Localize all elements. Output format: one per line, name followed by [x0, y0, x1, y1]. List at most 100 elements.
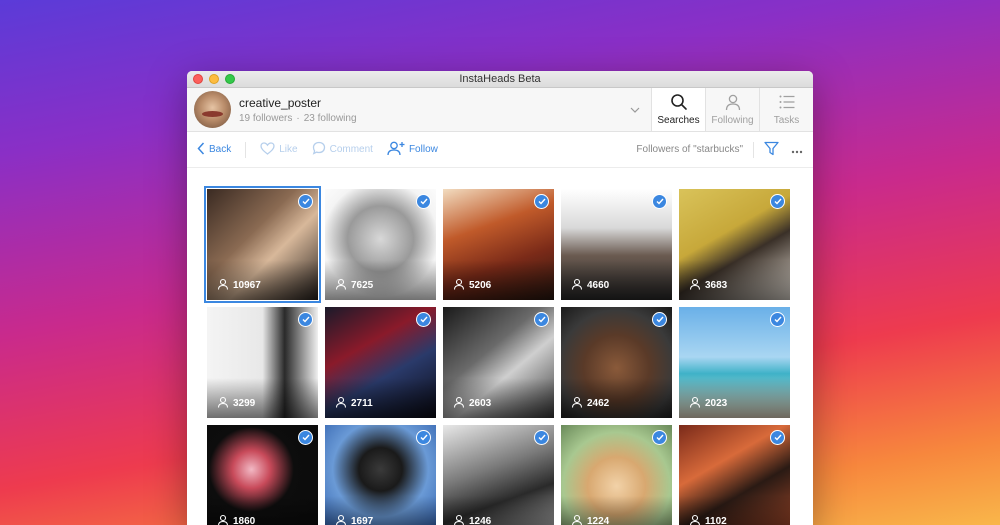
user-icon: [335, 278, 347, 293]
search-context-label: Followers of "starbucks": [636, 144, 743, 155]
account-info: creative_poster 19 followers · 23 follow…: [239, 96, 357, 124]
follower-tile[interactable]: 1102: [679, 425, 790, 525]
toolbar-divider: [245, 141, 247, 158]
follower-tile[interactable]: 2711: [325, 307, 436, 418]
follower-tile[interactable]: 7625: [325, 189, 436, 300]
checkmark-icon[interactable]: [298, 430, 313, 445]
back-button[interactable]: Back: [197, 141, 231, 158]
checkmark-icon[interactable]: [416, 312, 431, 327]
checkmark-icon[interactable]: [770, 194, 785, 209]
title-bar: InstaHeads Beta: [187, 71, 813, 88]
user-icon: [217, 278, 229, 293]
follower-count-value: 3683: [705, 280, 728, 291]
follower-tile[interactable]: 1224: [561, 425, 672, 525]
like-button[interactable]: Like: [260, 141, 298, 158]
tab-searches[interactable]: Searches: [651, 88, 705, 131]
follower-count: 2023: [689, 396, 727, 411]
follower-count-value: 2603: [469, 398, 492, 409]
follow-button[interactable]: Follow: [387, 141, 438, 159]
follower-tile[interactable]: 2462: [561, 307, 672, 418]
checkmark-icon[interactable]: [298, 194, 313, 209]
follower-count: 1224: [571, 514, 609, 525]
checkmark-icon[interactable]: [416, 194, 431, 209]
tab-tasks[interactable]: Tasks: [759, 88, 813, 131]
checkmark-icon[interactable]: [416, 430, 431, 445]
following-count: 23 following: [303, 112, 357, 124]
user-icon: [453, 514, 465, 525]
follower-count: 2711: [335, 396, 373, 411]
tab-following[interactable]: Following: [705, 88, 759, 131]
follower-tile[interactable]: 5206: [443, 189, 554, 300]
close-window-button[interactable]: [193, 74, 203, 84]
follower-tile[interactable]: 10967: [204, 186, 321, 303]
checkmark-icon[interactable]: [652, 430, 667, 445]
chevron-down-icon[interactable]: [623, 88, 647, 131]
follower-count: 7625: [335, 278, 373, 293]
follow-label: Follow: [408, 144, 438, 155]
checkmark-icon[interactable]: [652, 312, 667, 327]
follower-tile[interactable]: 3299: [207, 307, 318, 418]
follower-tile[interactable]: 4660: [561, 189, 672, 300]
account-switcher[interactable]: creative_poster 19 followers · 23 follow…: [187, 88, 623, 131]
follower-count: 1246: [453, 514, 491, 525]
like-label: Like: [279, 144, 298, 155]
minimize-window-button[interactable]: [209, 74, 219, 84]
user-icon: [453, 396, 465, 411]
follower-count-value: 1102: [705, 516, 727, 525]
tab-following-label: Following: [711, 115, 754, 126]
user-icon: [571, 278, 583, 293]
checkmark-icon[interactable]: [298, 312, 313, 327]
follower-count-value: 1224: [587, 516, 610, 525]
follower-count: 3683: [689, 278, 727, 293]
follower-tile[interactable]: 1860: [207, 425, 318, 525]
follower-count: 1697: [335, 514, 373, 525]
comment-label: Comment: [329, 144, 373, 155]
follower-tile[interactable]: 3683: [679, 189, 790, 300]
more-options-button[interactable]: [791, 143, 803, 157]
more-dots-icon: [791, 143, 803, 157]
toolbar: Back Like Comment Follow Followers of "s…: [187, 132, 813, 168]
follower-tile[interactable]: 2023: [679, 307, 790, 418]
comment-icon: [312, 141, 326, 158]
window-title: InstaHeads Beta: [459, 73, 541, 85]
follower-count-value: 2023: [705, 398, 728, 409]
app-window: InstaHeads Beta creative_poster 19 follo…: [187, 71, 813, 525]
follower-grid: 10967 7625 5206 4660 3683 3299 2711 2603 2462 202…: [204, 186, 790, 525]
follower-count: 5206: [453, 278, 491, 293]
tab-tasks-label: Tasks: [773, 115, 800, 126]
list-icon: [778, 93, 796, 111]
search-icon: [670, 93, 688, 111]
maximize-window-button[interactable]: [225, 74, 235, 84]
account-stats: 19 followers · 23 following: [239, 113, 357, 124]
followers-count: 19 followers: [239, 112, 293, 124]
user-icon: [453, 278, 465, 293]
follower-count-value: 4660: [587, 280, 610, 291]
account-username: creative_poster: [239, 95, 322, 110]
checkmark-icon[interactable]: [770, 430, 785, 445]
follower-count-value: 1246: [469, 516, 492, 525]
user-icon: [724, 93, 742, 111]
user-icon: [217, 396, 229, 411]
user-icon: [689, 396, 701, 411]
checkmark-icon[interactable]: [652, 194, 667, 209]
follower-count: 1102: [689, 514, 727, 525]
follower-tile[interactable]: 2603: [443, 307, 554, 418]
app-header: creative_poster 19 followers · 23 follow…: [187, 88, 813, 132]
filter-icon: [764, 141, 779, 159]
checkmark-icon[interactable]: [534, 194, 549, 209]
follower-count-value: 1697: [351, 516, 374, 525]
filter-button[interactable]: [764, 141, 779, 159]
follower-count-value: 2462: [587, 398, 610, 409]
checkmark-icon[interactable]: [534, 312, 549, 327]
toolbar-divider: [753, 141, 754, 158]
follower-count: 4660: [571, 278, 609, 293]
follower-tile[interactable]: 1697: [325, 425, 436, 525]
follower-tile[interactable]: 1246: [443, 425, 554, 525]
follower-count: 1860: [217, 514, 255, 525]
user-icon: [689, 514, 701, 525]
follower-count: 2462: [571, 396, 609, 411]
checkmark-icon[interactable]: [534, 430, 549, 445]
follower-count-value: 1860: [233, 516, 256, 525]
comment-button[interactable]: Comment: [312, 141, 373, 158]
checkmark-icon[interactable]: [770, 312, 785, 327]
